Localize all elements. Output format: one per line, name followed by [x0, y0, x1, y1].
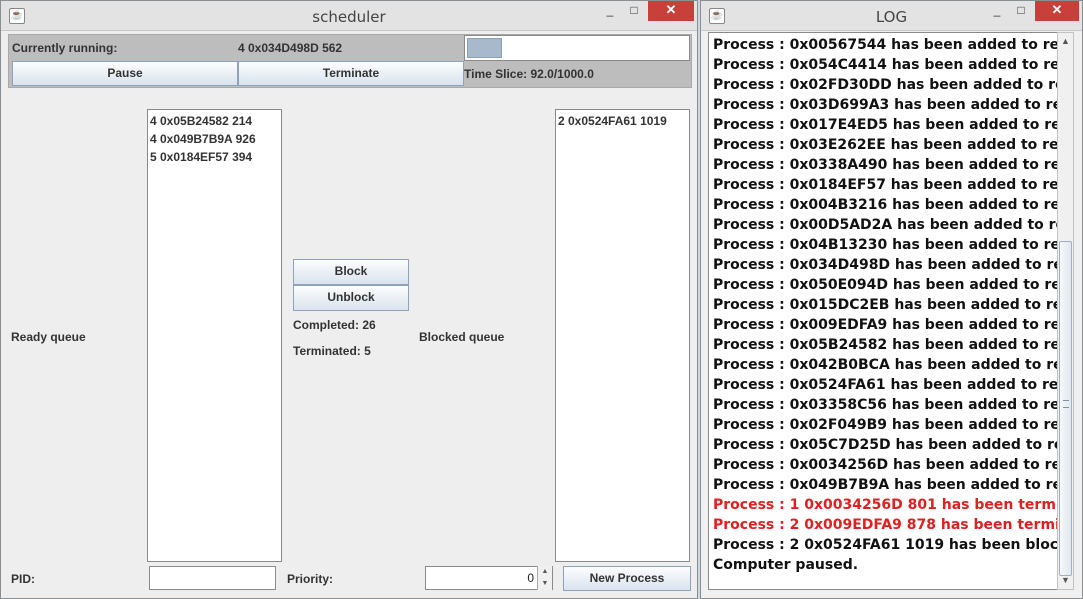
time-slice-progress-fill — [467, 38, 503, 58]
log-line: Process : 0x00D5AD2A has been added to r… — [713, 217, 1058, 233]
log-titlebar[interactable]: ☕ LOG _ □ ✕ — [701, 1, 1082, 31]
log-line: Process : 0x0034256D has been added to r… — [713, 457, 1058, 473]
log-line: Process : 2 0x009EDFA9 878 has been term… — [713, 517, 1058, 533]
scroll-down-icon[interactable]: ▼ — [1058, 572, 1073, 589]
scheduler-window: ☕ scheduler _ □ ✕ Currently running: 4 0… — [0, 0, 698, 599]
ready-queue-item[interactable]: 4 0x049B7B9A 926 — [150, 131, 279, 149]
blocked-queue-list[interactable]: 2 0x0524FA61 1019 — [555, 109, 690, 562]
log-line: Process : 0x004B3216 has been added to r… — [713, 197, 1058, 213]
scroll-up-icon[interactable]: ▲ — [1058, 33, 1073, 50]
log-line: Computer paused. — [713, 557, 859, 573]
terminated-count: Terminated: 5 — [293, 344, 371, 358]
new-process-button[interactable]: New Process — [563, 566, 691, 591]
log-line: Process : 0x05B24582 has been added to r… — [713, 337, 1058, 353]
log-line: Process : 0x0184EF57 has been added to r… — [713, 177, 1058, 193]
ready-queue-item[interactable]: 4 0x05B24582 214 — [150, 113, 279, 131]
time-slice-label: Time Slice: 92.0/1000.0 — [464, 67, 594, 81]
log-line: Process : 0x042B0BCA has been added to r… — [713, 357, 1058, 373]
pid-input[interactable] — [149, 566, 276, 590]
minimize-icon[interactable]: _ — [598, 1, 622, 21]
scrollbar-thumb[interactable] — [1059, 241, 1072, 576]
scheduler-title: scheduler — [312, 8, 386, 26]
maximize-icon[interactable]: □ — [622, 1, 646, 21]
priority-spinner[interactable]: 0 — [425, 566, 553, 590]
blocked-queue-item[interactable]: 2 0x0524FA61 1019 — [558, 113, 687, 131]
currently-running-value: 4 0x034D498D 562 — [238, 41, 343, 55]
terminate-button[interactable]: Terminate — [238, 61, 464, 86]
log-line: Process : 0x015DC2EB has been added to r… — [713, 297, 1058, 313]
minimize-icon[interactable]: _ — [985, 1, 1009, 21]
log-line: Process : 0x05C7D25D has been added to r… — [713, 437, 1058, 453]
ready-queue-list[interactable]: 4 0x05B24582 214 4 0x049B7B9A 926 5 0x0184… — [147, 109, 282, 562]
time-slice-progress-bar — [464, 35, 690, 61]
currently-running-label: Currently running: — [12, 41, 118, 55]
ready-queue-item[interactable]: 5 0x0184EF57 394 — [150, 149, 279, 167]
ready-queue-label: Ready queue — [11, 330, 86, 344]
priority-value: 0 — [527, 571, 534, 585]
log-line: Process : 0x02FD30DD has been added to r… — [713, 77, 1058, 93]
log-line: Process : 0x0338A490 has been added to r… — [713, 157, 1058, 173]
spinner-down-icon[interactable]: ▼ — [538, 578, 552, 590]
log-line: Process : 0x049B7B9A has been added to r… — [713, 477, 1058, 493]
log-line: Process : 0x03358C56 has been added to r… — [713, 397, 1058, 413]
priority-label: Priority: — [287, 572, 334, 586]
log-line: Process : 0x03E262EE has been added to r… — [713, 137, 1058, 153]
log-line: Process : 0x00567544 has been added to r… — [713, 37, 1058, 53]
unblock-button[interactable]: Unblock — [293, 285, 409, 311]
block-button[interactable]: Block — [293, 259, 409, 285]
blocked-queue-label: Blocked queue — [419, 330, 505, 344]
log-line: Process : 1 0x0034256D 801 has been term… — [713, 497, 1058, 513]
maximize-icon[interactable]: □ — [1009, 1, 1033, 21]
log-line: Process : 0x050E094D has been added to r… — [713, 277, 1058, 293]
log-line: Process : 0x054C4414 has been added to r… — [713, 57, 1058, 73]
log-line: Process : 0x03D699A3 has been added to r… — [713, 97, 1058, 113]
log-line: Process : 0x009EDFA9 has been added to r… — [713, 317, 1058, 333]
pause-button[interactable]: Pause — [12, 61, 238, 86]
grip-icon — [1063, 400, 1069, 408]
log-line: Process : 0x017E4ED5 has been added to r… — [713, 117, 1058, 133]
close-icon[interactable]: ✕ — [648, 1, 694, 21]
close-icon[interactable]: ✕ — [1035, 1, 1079, 21]
log-line: Process : 0x04B13230 has been added to r… — [713, 237, 1058, 253]
scheduler-titlebar[interactable]: ☕ scheduler _ □ ✕ — [1, 1, 697, 31]
log-line: Process : 0x02F049B9 has been added to r… — [713, 417, 1058, 433]
log-scrollbar[interactable]: ▲ ▼ — [1057, 32, 1074, 590]
log-line: Process : 0x034D498D has been added to r… — [713, 257, 1058, 273]
spinner-up-icon[interactable]: ▲ — [538, 566, 552, 578]
log-line: Process : 0x0524FA61 has been added to r… — [713, 377, 1058, 393]
log-text-area[interactable]: Process : 0x00567544 has been added to r… — [708, 32, 1058, 590]
pid-label: PID: — [11, 572, 35, 586]
completed-count: Completed: 26 — [293, 318, 376, 332]
log-line: Process : 2 0x0524FA61 1019 has been blo… — [713, 537, 1058, 553]
priority-stepper[interactable]: ▲ ▼ — [537, 566, 552, 590]
